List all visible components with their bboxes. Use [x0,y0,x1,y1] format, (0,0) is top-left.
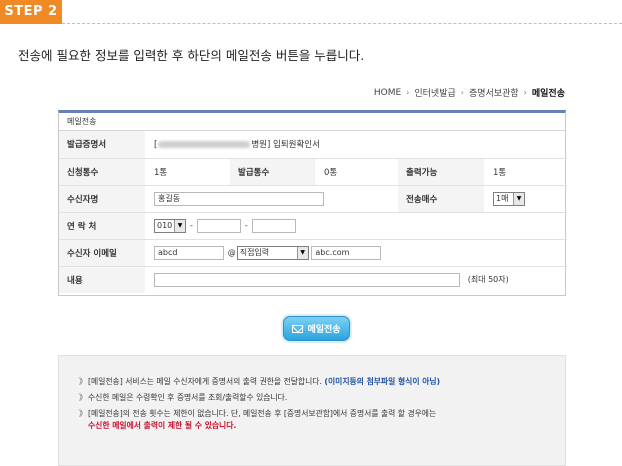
redacted-hospital-name [158,141,251,149]
issue-count-value: 0통 [315,158,398,186]
contact-label: 연 락 처 [59,212,145,240]
content-limit-note: (최대 50자) [467,275,509,285]
row-content: 내용 (최대 50자) [59,266,567,293]
bullet-icon: 》 [79,409,87,418]
cert-label: 발급증명서 [59,131,145,159]
email-label: 수신자 이메일 [59,239,145,267]
recipient-name-input[interactable]: 홍길동 [154,191,324,206]
email-domain-select[interactable]: 직접입력 ▼ [236,245,309,260]
breadcrumb-internet-issue[interactable]: 인터넷발급 [414,86,455,99]
chevron-right-icon: › [460,88,464,97]
apply-count-label: 신청통수 [59,158,145,186]
apply-count-value: 1통 [145,158,230,186]
mail-send-form: 발급증명서 [병원] 입퇴원확인서 신청통수 1통 발급통수 0통 출력가능 1… [59,131,567,293]
chevron-down-icon: ▼ [296,246,308,259]
email-id-input[interactable]: abcd [154,245,224,260]
row-contact: 연 락 처 010 ▼ -- [59,212,567,240]
phone-prefix-select[interactable]: 010 ▼ [154,218,186,233]
content-input[interactable] [154,272,460,287]
chevron-down-icon: ▼ [513,192,524,205]
cert-value: [병원] 입퇴원확인서 [145,131,567,159]
issue-count-label: 발급통수 [230,158,315,186]
print-avail-value: 1통 [484,158,567,186]
bullet-icon: 》 [79,393,87,402]
row-recipient: 수신자명 홍길동 전송매수 1매 ▼ [59,185,567,213]
info-box: 》 [메일전송] 서비스는 메일 수신자에게 증명서의 출력 권한을 전달합니다… [58,355,566,466]
send-count-label: 전송매수 [398,185,484,213]
content-label: 내용 [59,266,145,293]
chevron-down-icon: ▼ [174,219,185,232]
info-item: 》 [메일전송] 서비스는 메일 수신자에게 증명서의 출력 권한을 전달합니다… [79,377,441,386]
mail-send-panel: 메일전송 발급증명서 [병원] 입퇴원확인서 신청통수 1통 발급통수 0통 출… [58,110,567,296]
breadcrumb-current: 메일전송 [531,89,565,99]
step-badge: STEP 2 [0,0,62,24]
envelope-icon [292,324,304,333]
send-count-select[interactable]: 1매 ▼ [493,191,525,206]
panel-title: 메일전송 [59,113,565,131]
send-mail-button[interactable]: 메일전송 [283,316,350,341]
info-item: 》 수신한 메일은 수령확인 후 증명서를 조회/출력할수 있습니다. [79,393,288,402]
step-divider [62,23,622,24]
phone-last-input[interactable] [251,218,296,233]
phone-middle-input[interactable] [196,218,241,233]
info-item: 》 [메일전송]의 전송 횟수는 제한이 없습니다. 단, 메일전송 후 [증명… [79,409,437,430]
breadcrumb: HOME › 인터넷발급 › 증명서보관함 › 메일전송 [374,86,565,100]
print-avail-label: 출력가능 [398,158,484,186]
breadcrumb-cert-storage[interactable]: 증명서보관함 [469,86,519,99]
chevron-right-icon: › [406,88,410,97]
recipient-name-label: 수신자명 [59,185,145,213]
row-email: 수신자 이메일 abcd @ 직접입력 ▼ abc.com [59,239,567,267]
email-domain-input[interactable]: abc.com [311,245,382,260]
row-counts: 신청통수 1통 발급통수 0통 출력가능 1통 [59,158,567,186]
chevron-right-icon: › [523,88,527,97]
bullet-icon: 》 [79,377,87,386]
row-certificate: 발급증명서 [병원] 입퇴원확인서 [59,131,567,159]
breadcrumb-home[interactable]: HOME [374,88,401,98]
intro-text: 전송에 필요한 정보를 입력한 후 하단의 메일전송 버튼을 누릅니다. [18,48,365,63]
cert-name: 입퇴원확인서 [273,140,320,151]
